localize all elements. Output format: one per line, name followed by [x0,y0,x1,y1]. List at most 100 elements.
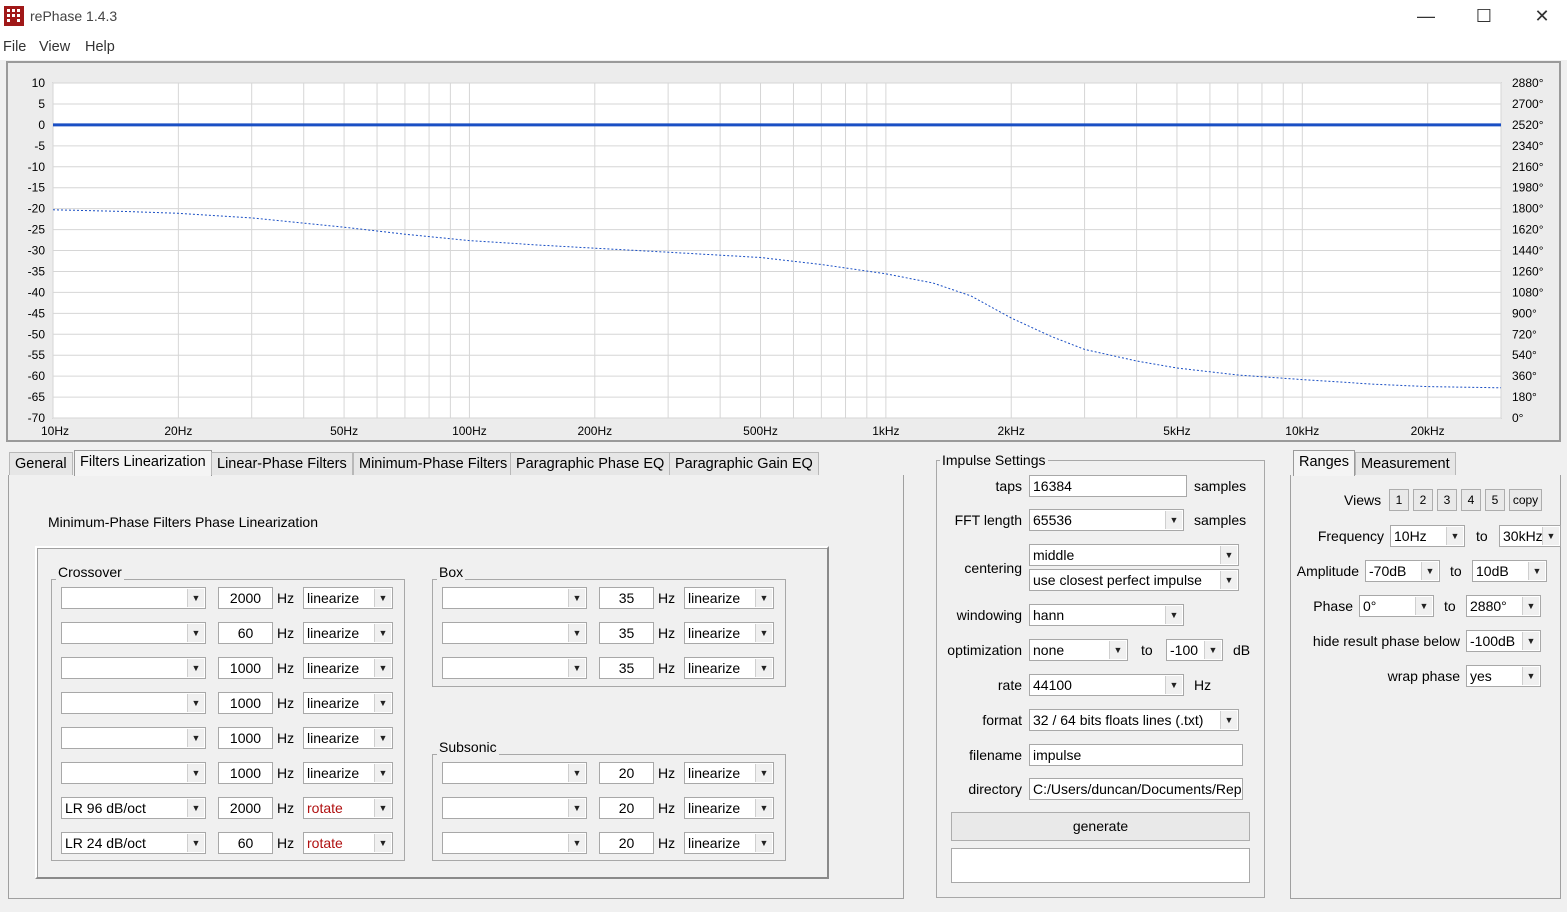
crossover-frequency-input[interactable]: 1000 [218,727,273,749]
view-1-button[interactable]: 1 [1389,489,1409,511]
centering-mode-select[interactable]: use closest perfect impulse ▼ [1029,569,1239,591]
amplitude-from-select[interactable]: -70dB ▼ [1365,560,1440,582]
phase-to-select[interactable]: 2880° ▼ [1466,595,1541,617]
tab-linear-phase-filters[interactable]: Linear-Phase Filters [211,452,353,475]
box-filter-type-select[interactable]: ▼ [442,657,587,679]
crossover-filter-type-select[interactable]: LR 96 dB/oct ▼ [61,797,206,819]
crossover-frequency-input[interactable]: 60 [218,622,273,644]
crossover-mode-select[interactable]: linearize ▼ [303,692,393,714]
box-frequency-input[interactable]: 35 [599,622,654,644]
tab-paragraphic-gain-eq[interactable]: Paragraphic Gain EQ [669,452,819,475]
chevron-down-icon: ▼ [374,659,391,677]
format-select[interactable]: 32 / 64 bits floats lines (.txt) ▼ [1029,709,1239,731]
window-title: rePhase 1.4.3 [30,8,118,24]
crossover-filter-type-select[interactable]: ▼ [61,727,206,749]
menu-bar: File View Help [0,34,1567,60]
box-mode-select[interactable]: linearize ▼ [684,587,774,609]
tab-ranges[interactable]: Ranges [1293,450,1355,476]
crossover-mode-select[interactable]: rotate ▼ [303,832,393,854]
crossover-filter-type-select[interactable]: ▼ [61,762,206,784]
crossover-frequency-input[interactable]: 1000 [218,657,273,679]
phase-from-select[interactable]: 0° ▼ [1359,595,1434,617]
chevron-down-icon: ▼ [1220,711,1237,729]
subsonic-frequency-input[interactable]: 20 [599,832,654,854]
view-5-button[interactable]: 5 [1485,489,1505,511]
box-filter-type-select[interactable]: ▼ [442,622,587,644]
crossover-frequency-input[interactable]: 2000 [218,587,273,609]
status-output [951,848,1250,883]
box-filter-type-select[interactable]: ▼ [442,587,587,609]
windowing-select[interactable]: hann ▼ [1029,604,1184,626]
taps-input[interactable]: 16384 [1029,475,1187,497]
crossover-mode-select[interactable]: linearize ▼ [303,727,393,749]
chevron-down-icon: ▼ [755,834,772,852]
frequency-from-select[interactable]: 10Hz ▼ [1390,525,1465,547]
tab-minimum-phase-filters[interactable]: Minimum-Phase Filters [353,452,514,475]
crossover-filter-type-select[interactable]: ▼ [61,657,206,679]
box-mode-select[interactable]: linearize ▼ [684,622,774,644]
box-frequency-input[interactable]: 35 [599,587,654,609]
menu-help[interactable]: Help [85,39,115,55]
rate-select[interactable]: 44100 ▼ [1029,674,1184,696]
view-4-button[interactable]: 4 [1461,489,1481,511]
maximize-button[interactable]: ☐ [1455,0,1513,32]
tab-measurement[interactable]: Measurement [1355,452,1456,475]
crossover-frequency-input[interactable]: 2000 [218,797,273,819]
subsonic-filter-type-select[interactable]: ▼ [442,832,587,854]
generate-button[interactable]: generate [951,812,1250,841]
crossover-frequency-input[interactable]: 1000 [218,692,273,714]
tab-general[interactable]: General [9,452,73,475]
crossover-mode-select[interactable]: linearize ▼ [303,762,393,784]
optimization-db-select[interactable]: -100 ▼ [1166,639,1223,661]
crossover-filter-type-select[interactable]: LR 24 dB/oct ▼ [61,832,206,854]
crossover-mode-select[interactable]: rotate ▼ [303,797,393,819]
response-chart[interactable]: 10 5 0 -5 -10 -15 -20 -25 -30 -35 -40 -45 -50 -55 -60 -… [6,61,1561,442]
taps-unit: samples [1194,478,1247,494]
tab-paragraphic-phase-eq[interactable]: Paragraphic Phase EQ [510,452,671,475]
subsonic-mode-select[interactable]: linearize ▼ [684,797,774,819]
subsonic-frequency-input[interactable]: 20 [599,797,654,819]
chevron-down-icon: ▼ [1220,546,1237,564]
tab-filters-linearization[interactable]: Filters Linearization [74,450,212,476]
crossover-mode-select[interactable]: linearize ▼ [303,657,393,679]
chevron-down-icon: ▼ [1415,597,1432,615]
crossover-filter-type-select[interactable]: ▼ [61,622,206,644]
box-frequency-input[interactable]: 35 [599,657,654,679]
view-3-button[interactable]: 3 [1437,489,1457,511]
chevron-down-icon: ▼ [1446,527,1463,545]
subsonic-filter-type-select[interactable]: ▼ [442,797,587,819]
crossover-frequency-input[interactable]: 1000 [218,762,273,784]
view-2-button[interactable]: 2 [1413,489,1433,511]
copy-view-button[interactable]: copy [1509,489,1542,511]
fft-length-label: FFT length [954,512,1022,528]
crossover-filter-type-select[interactable]: ▼ [61,587,206,609]
frequency-unit: Hz [658,800,676,816]
hide-phase-select[interactable]: -100dB ▼ [1466,630,1541,652]
filename-input[interactable]: impulse [1029,744,1243,766]
optimization-select[interactable]: none ▼ [1029,639,1128,661]
subsonic-frequency-input[interactable]: 20 [599,762,654,784]
mode-value: linearize [307,695,360,711]
crossover-filter-type-select[interactable]: ▼ [61,692,206,714]
frequency-unit: Hz [277,590,295,606]
chevron-down-icon: ▼ [755,799,772,817]
crossover-mode-select[interactable]: linearize ▼ [303,587,393,609]
centering-mode-value: use closest perfect impulse [1033,572,1202,588]
frequency-to-select[interactable]: 30kHz ▼ [1499,525,1561,547]
subsonic-mode-select[interactable]: linearize ▼ [684,762,774,784]
directory-input[interactable]: C:/Users/duncan/Documents/Rep [1029,778,1243,800]
amplitude-to-select[interactable]: 10dB ▼ [1472,560,1547,582]
menu-view[interactable]: View [39,39,70,55]
subsonic-filter-type-select[interactable]: ▼ [442,762,587,784]
wrap-phase-select[interactable]: yes ▼ [1466,665,1541,687]
crossover-mode-select[interactable]: linearize ▼ [303,622,393,644]
chevron-down-icon: ▼ [187,764,204,782]
minimize-button[interactable]: — [1397,0,1455,32]
centering-select[interactable]: middle ▼ [1029,544,1239,566]
crossover-frequency-input[interactable]: 60 [218,832,273,854]
menu-file[interactable]: File [3,39,26,55]
close-button[interactable]: ✕ [1513,0,1567,32]
fft-length-select[interactable]: 65536 ▼ [1029,509,1184,531]
subsonic-mode-select[interactable]: linearize ▼ [684,832,774,854]
box-mode-select[interactable]: linearize ▼ [684,657,774,679]
